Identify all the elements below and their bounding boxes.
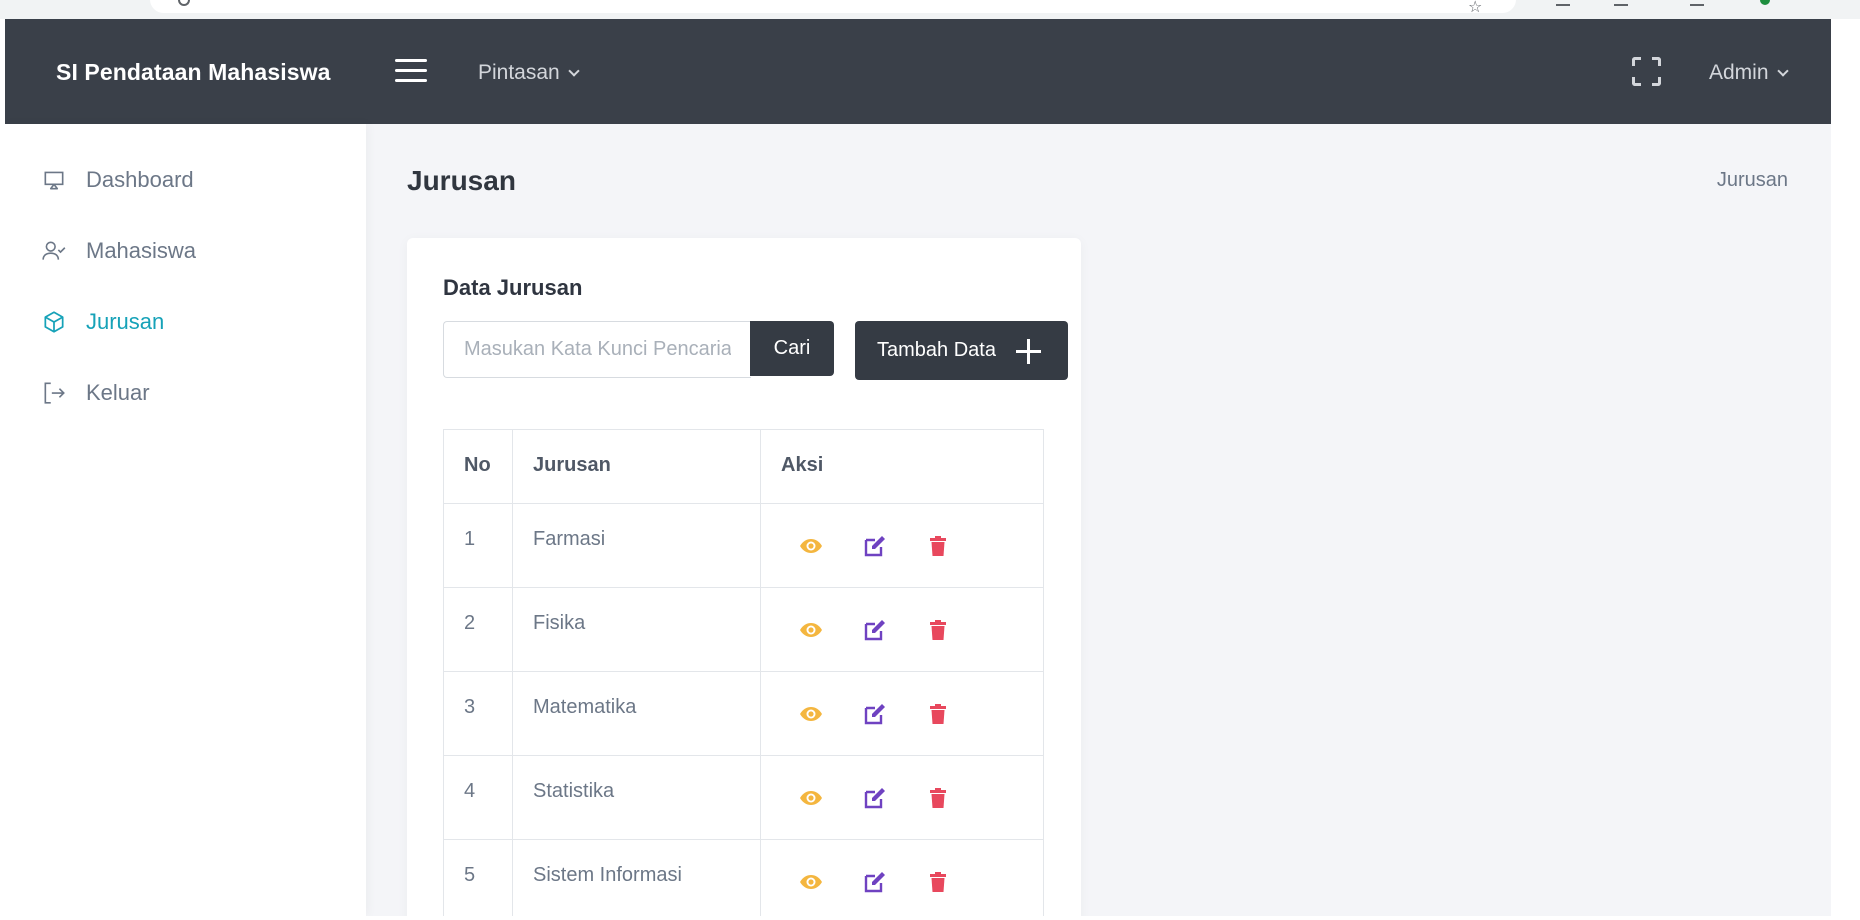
user-menu[interactable]: Admin: [1709, 61, 1789, 85]
chevron-down-icon: [1776, 65, 1789, 77]
eye-icon[interactable]: [799, 870, 823, 894]
search-input[interactable]: [443, 321, 751, 378]
trash-icon[interactable]: [926, 786, 950, 810]
sidebar-item-dashboard[interactable]: Dashboard: [5, 154, 366, 204]
edit-icon[interactable]: [863, 786, 887, 810]
data-card: Data Jurusan Cari Tambah Data No Jurusan…: [407, 238, 1081, 916]
add-data-label: Tambah Data: [877, 339, 996, 361]
breadcrumb[interactable]: Jurusan: [1717, 169, 1788, 192]
shortcut-label: Pintasan: [478, 61, 560, 84]
edit-icon[interactable]: [863, 870, 887, 894]
browser-toolbar: ☆: [0, 0, 1860, 19]
row-number: 1: [443, 503, 513, 588]
sidebar-item-label: Keluar: [86, 380, 150, 405]
row-actions: [760, 503, 1044, 588]
extension-icon[interactable]: [1556, 0, 1570, 6]
sidebar-item-label: Mahasiswa: [86, 238, 197, 263]
user-label: Admin: [1709, 61, 1769, 84]
table-row: 3 Matematika: [443, 671, 1044, 756]
sidebar-item-keluar[interactable]: Keluar: [5, 367, 366, 417]
row-jurusan: Farmasi: [512, 503, 761, 588]
sidebar-item-jurusan[interactable]: Jurusan: [5, 296, 366, 346]
column-header-no: No: [443, 429, 513, 504]
bookmark-star-icon[interactable]: ☆: [1468, 0, 1482, 17]
column-header-aksi: Aksi: [760, 429, 1044, 504]
plus-icon: [1016, 339, 1041, 364]
row-number: 5: [443, 839, 513, 916]
menu-toggle-icon[interactable]: [395, 59, 427, 83]
table-row: 5 Sistem Informasi: [443, 839, 1044, 916]
edit-icon[interactable]: [863, 618, 887, 642]
cube-icon: [44, 311, 64, 333]
eye-icon[interactable]: [799, 786, 823, 810]
row-actions: [760, 755, 1044, 840]
profile-status-icon[interactable]: [1760, 0, 1770, 5]
sidebar-item-mahasiswa[interactable]: Mahasiswa: [5, 225, 366, 275]
extension-icon[interactable]: [1614, 0, 1628, 6]
row-number: 3: [443, 671, 513, 756]
eye-icon[interactable]: [799, 702, 823, 726]
row-jurusan: Fisika: [512, 587, 761, 672]
trash-icon[interactable]: [926, 618, 950, 642]
logout-icon: [44, 382, 65, 404]
jurusan-table: No Jurusan Aksi 1 Farmasi 2 Fisika 3 Matemati…: [443, 429, 1044, 916]
user-check-icon: [42, 241, 66, 260]
edit-icon[interactable]: [863, 702, 887, 726]
row-actions: [760, 839, 1044, 916]
add-data-button[interactable]: Tambah Data: [855, 321, 1068, 380]
row-jurusan: Matematika: [512, 671, 761, 756]
trash-icon[interactable]: [926, 702, 950, 726]
column-header-jurusan: Jurusan: [512, 429, 761, 504]
trash-icon[interactable]: [926, 870, 950, 894]
table-row: 4 Statistika: [443, 755, 1044, 840]
row-actions: [760, 587, 1044, 672]
table-row: 2 Fisika: [443, 587, 1044, 672]
edit-icon[interactable]: [863, 534, 887, 558]
table-row: 1 Farmasi: [443, 503, 1044, 588]
app-window: SI Pendataan Mahasiswa Pintasan Admin Da…: [5, 19, 1831, 916]
table-header-row: No Jurusan Aksi: [443, 429, 1044, 504]
shortcut-dropdown[interactable]: Pintasan: [478, 61, 580, 85]
sidebar: Dashboard Mahasiswa Jurusan Keluar: [5, 124, 366, 916]
sidebar-item-label: Jurusan: [86, 309, 165, 334]
card-title: Data Jurusan: [443, 275, 583, 300]
top-navbar: SI Pendataan Mahasiswa Pintasan Admin: [5, 19, 1831, 124]
address-bar[interactable]: [150, 0, 1516, 13]
chevron-down-icon: [568, 65, 580, 77]
row-number: 2: [443, 587, 513, 672]
row-jurusan: Statistika: [512, 755, 761, 840]
extension-icon[interactable]: [1690, 0, 1704, 6]
row-actions: [760, 671, 1044, 756]
sidebar-item-label: Dashboard: [86, 167, 194, 192]
eye-icon[interactable]: [799, 618, 823, 642]
search-button[interactable]: Cari: [750, 321, 834, 376]
eye-icon[interactable]: [799, 534, 823, 558]
brand-title[interactable]: SI Pendataan Mahasiswa: [56, 59, 330, 86]
fullscreen-icon[interactable]: [1632, 57, 1661, 86]
row-jurusan: Sistem Informasi: [512, 839, 761, 916]
trash-icon[interactable]: [926, 534, 950, 558]
row-number: 4: [443, 755, 513, 840]
monitor-icon: [44, 171, 64, 190]
page-title: Jurusan: [407, 165, 516, 196]
